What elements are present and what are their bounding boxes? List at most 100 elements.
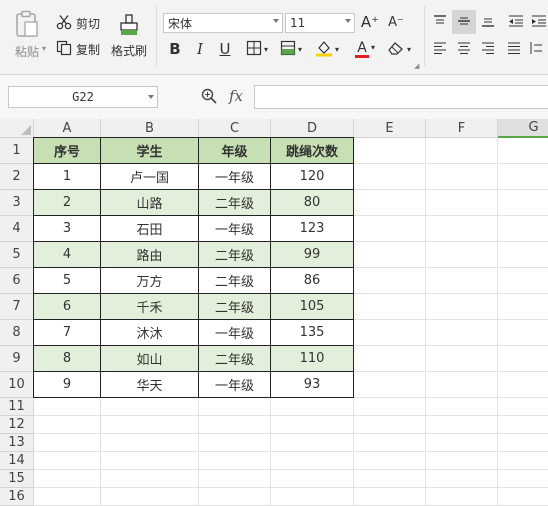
- table-cell[interactable]: 卢一国: [100, 163, 199, 190]
- table-cell[interactable]: 6: [33, 293, 101, 320]
- table-cell[interactable]: 110: [270, 345, 354, 372]
- table-header-cell[interactable]: 年级: [198, 137, 271, 164]
- paste-dropdown-icon[interactable]: ▾: [42, 44, 46, 53]
- table-header-cell[interactable]: 学生: [100, 137, 199, 164]
- row-header-12[interactable]: 12: [0, 416, 34, 434]
- table-cell[interactable]: 万方: [100, 267, 199, 294]
- row-header-1[interactable]: 1: [0, 138, 34, 164]
- select-all-corner[interactable]: [0, 119, 34, 138]
- chevron-down-icon: [148, 95, 154, 99]
- table-cell[interactable]: 5: [33, 267, 101, 294]
- table-cell[interactable]: 石田: [100, 215, 199, 242]
- table-cell[interactable]: 9: [33, 371, 101, 398]
- table-cell[interactable]: 4: [33, 241, 101, 268]
- row-header-16[interactable]: 16: [0, 488, 34, 506]
- copy-button[interactable]: 复制: [56, 39, 100, 59]
- italic-button[interactable]: I: [191, 39, 209, 59]
- table-header-cell[interactable]: 序号: [33, 137, 101, 164]
- table-cell[interactable]: 120: [270, 163, 354, 190]
- align-middle-button[interactable]: [452, 10, 476, 34]
- table-cell[interactable]: 99: [270, 241, 354, 268]
- row-header-2[interactable]: 2: [0, 164, 34, 190]
- row-header-10[interactable]: 10: [0, 372, 34, 398]
- row-header-13[interactable]: 13: [0, 434, 34, 452]
- table-cell[interactable]: 93: [270, 371, 354, 398]
- table-cell[interactable]: 8: [33, 345, 101, 372]
- fill-color-button[interactable]: ▾: [313, 39, 341, 59]
- table-cell[interactable]: 123: [270, 215, 354, 242]
- bold-button[interactable]: B: [166, 39, 184, 59]
- column-header-c[interactable]: C: [199, 119, 271, 138]
- format-painter-button[interactable]: 格式刷: [108, 10, 150, 62]
- table-cell[interactable]: 86: [270, 267, 354, 294]
- column-header-g[interactable]: G: [498, 119, 548, 138]
- cut-button[interactable]: 剪切: [56, 13, 100, 33]
- grow-font-button[interactable]: A⁺: [360, 12, 380, 32]
- font-size-select[interactable]: 11: [285, 13, 355, 33]
- justify-button[interactable]: [504, 39, 524, 59]
- name-box[interactable]: G22: [8, 86, 158, 108]
- row-header-5[interactable]: 5: [0, 242, 34, 268]
- clear-format-button[interactable]: ▾: [385, 39, 413, 59]
- column-header-a[interactable]: A: [34, 119, 101, 138]
- table-cell[interactable]: 二年级: [198, 293, 271, 320]
- underline-icon: U: [219, 40, 231, 58]
- chevron-down-icon[interactable]: ▾: [371, 43, 375, 52]
- table-header-cell[interactable]: 跳绳次数: [270, 137, 354, 164]
- font-name-select[interactable]: 宋体: [163, 13, 283, 33]
- table-cell[interactable]: 7: [33, 319, 101, 346]
- underline-button[interactable]: U: [216, 39, 234, 59]
- align-right-button[interactable]: [478, 39, 498, 59]
- column-header-b[interactable]: B: [101, 119, 199, 138]
- table-cell[interactable]: 沐沐: [100, 319, 199, 346]
- shrink-font-button[interactable]: A⁻: [386, 12, 406, 32]
- table-cell[interactable]: 如山: [100, 345, 199, 372]
- column-header-e[interactable]: E: [354, 119, 426, 138]
- table-cell[interactable]: 山路: [100, 189, 199, 216]
- distributed-align-button[interactable]: [528, 39, 548, 59]
- font-dialog-launcher-icon[interactable]: ◢: [414, 62, 419, 70]
- align-left-button[interactable]: [430, 39, 450, 59]
- spreadsheet-grid[interactable]: A B C D E F G 1 2 3 4 5 6 7 8 9 10 11 12 13 14 15 16 序号 学生 年级 跳绳次数…: [0, 119, 548, 506]
- table-cell[interactable]: 千禾: [100, 293, 199, 320]
- cell-style-button[interactable]: ▾: [277, 39, 305, 59]
- row-header-8[interactable]: 8: [0, 320, 34, 346]
- table-cell[interactable]: 一年级: [198, 215, 271, 242]
- row-header-15[interactable]: 15: [0, 470, 34, 488]
- table-cell[interactable]: 华天: [100, 371, 199, 398]
- align-bottom-button[interactable]: [478, 12, 498, 32]
- borders-button[interactable]: ▾: [243, 39, 271, 59]
- row-header-6[interactable]: 6: [0, 268, 34, 294]
- row-header-7[interactable]: 7: [0, 294, 34, 320]
- paste-button[interactable]: 粘贴: [8, 10, 46, 60]
- row-header-14[interactable]: 14: [0, 452, 34, 470]
- indent-increase-button[interactable]: [530, 12, 548, 32]
- table-cell[interactable]: 二年级: [198, 345, 271, 372]
- row-header-9[interactable]: 9: [0, 346, 34, 372]
- formula-input[interactable]: [254, 85, 548, 109]
- zoom-icon[interactable]: [200, 87, 218, 108]
- table-cell[interactable]: 一年级: [198, 319, 271, 346]
- fx-button[interactable]: fx: [229, 87, 243, 105]
- chevron-down-icon: [345, 19, 351, 23]
- row-header-4[interactable]: 4: [0, 216, 34, 242]
- table-cell[interactable]: 路由: [100, 241, 199, 268]
- row-header-11[interactable]: 11: [0, 398, 34, 416]
- table-cell[interactable]: 一年级: [198, 371, 271, 398]
- table-cell[interactable]: 135: [270, 319, 354, 346]
- table-cell[interactable]: 105: [270, 293, 354, 320]
- indent-decrease-button[interactable]: [506, 12, 526, 32]
- table-cell[interactable]: 二年级: [198, 241, 271, 268]
- table-cell[interactable]: 一年级: [198, 163, 271, 190]
- align-top-button[interactable]: [430, 12, 450, 32]
- column-header-f[interactable]: F: [426, 119, 498, 138]
- table-cell[interactable]: 1: [33, 163, 101, 190]
- row-header-3[interactable]: 3: [0, 190, 34, 216]
- table-cell[interactable]: 80: [270, 189, 354, 216]
- column-header-d[interactable]: D: [271, 119, 354, 138]
- table-cell[interactable]: 2: [33, 189, 101, 216]
- table-cell[interactable]: 二年级: [198, 267, 271, 294]
- table-cell[interactable]: 3: [33, 215, 101, 242]
- align-center-button[interactable]: [454, 39, 474, 59]
- table-cell[interactable]: 二年级: [198, 189, 271, 216]
